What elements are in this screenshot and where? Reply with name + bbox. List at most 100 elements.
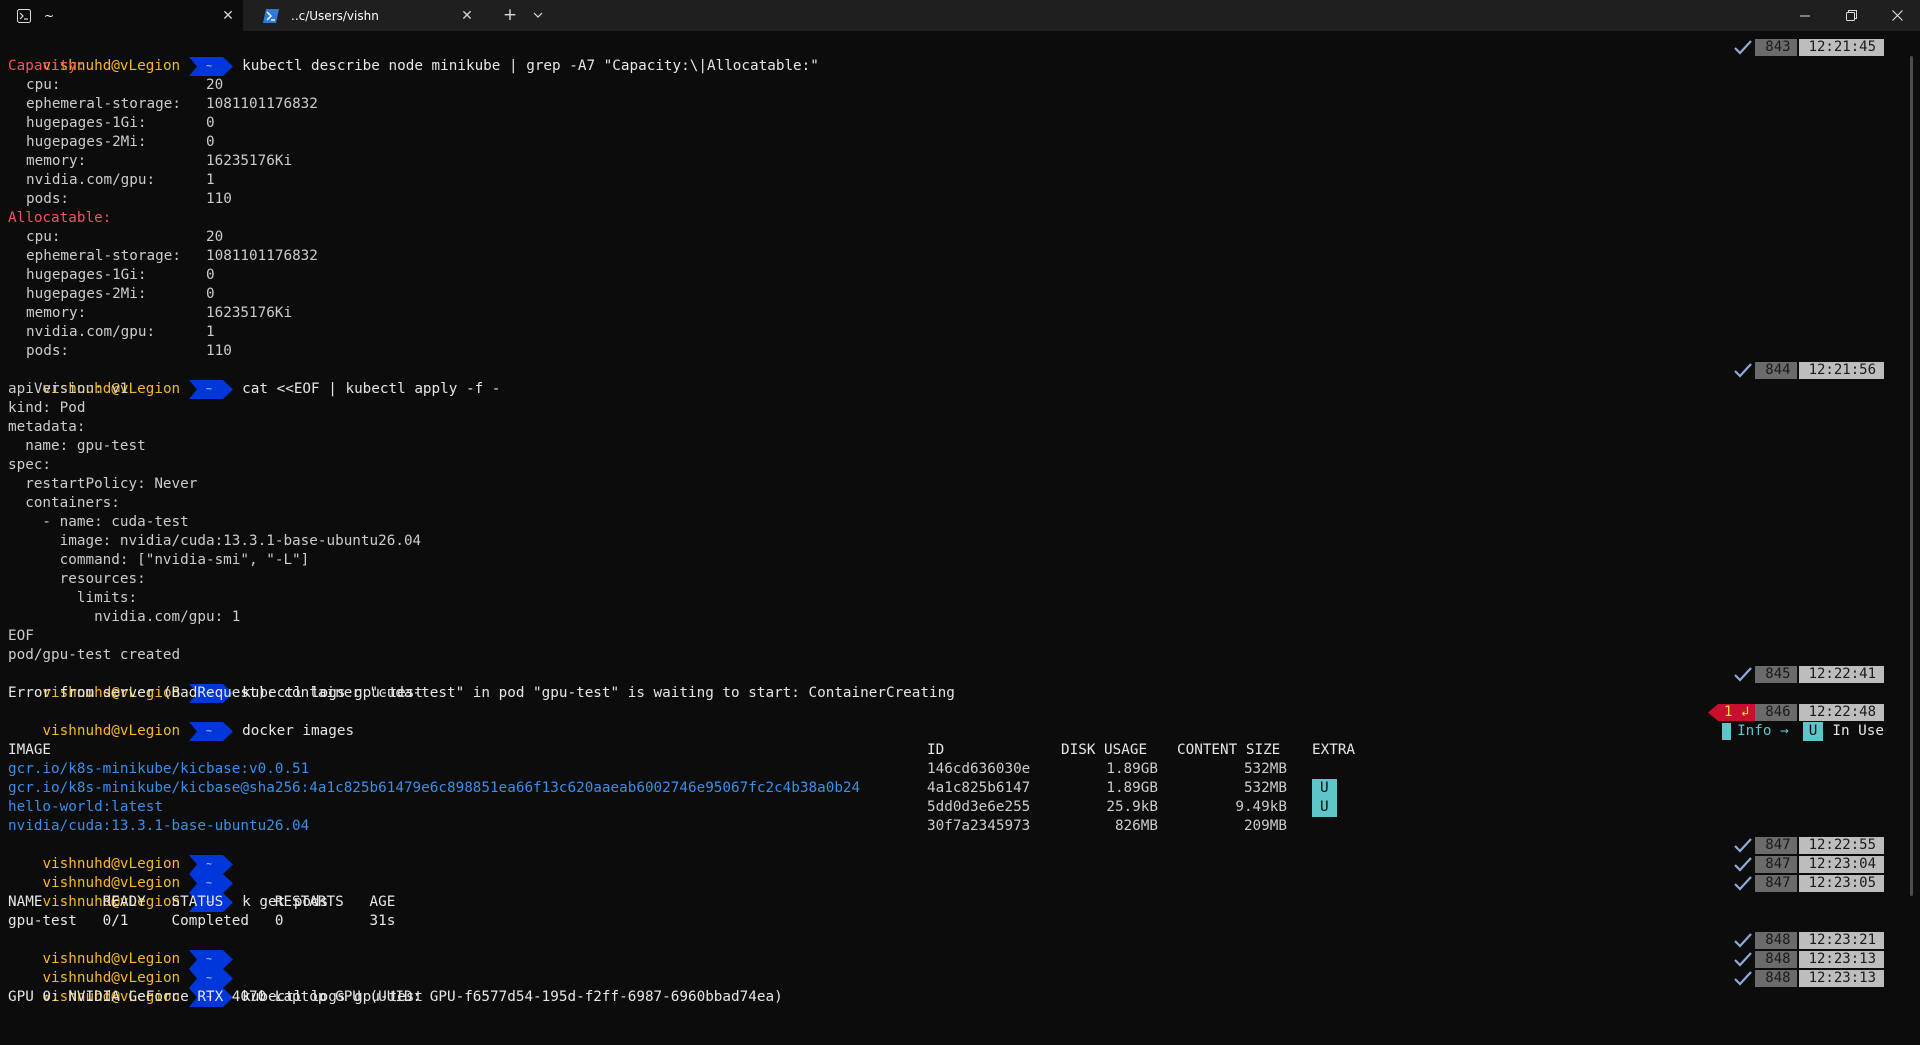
yaml-line: EOF [8, 628, 34, 644]
info-legend: Info → U In Use [1722, 722, 1884, 741]
terminal-output[interactable]: vishnuhd@vLegion ~ kubectl describe node m… [8, 38, 1908, 1007]
history-number: 848 [1755, 951, 1797, 968]
status-segment: 845 12:22:41 [1733, 665, 1884, 684]
image-name[interactable]: gcr.io/k8s-minikube/kicbase@sha256:4a1c8… [8, 779, 860, 798]
table-row: hello-world:latest 5dd0d3e6e255 25.9kB 9… [8, 798, 1908, 817]
check-icon [1734, 667, 1753, 682]
yaml-line: apiVersion: v1 [8, 381, 129, 397]
yaml-line: spec: [8, 457, 52, 473]
yaml-line: - name: cuda-test [8, 514, 189, 530]
kv-row: cpu: 20 [26, 229, 224, 245]
check-icon [1734, 933, 1753, 948]
yaml-line: resources: [8, 571, 146, 587]
tab-users-vishn[interactable]: ..c/Users/vishn ✕ [247, 0, 482, 31]
kv-row: ephemeral-storage: 1081101176832 [26, 248, 318, 264]
status-segment: 848 12:23:21 [1733, 931, 1884, 950]
timestamp: 12:23:13 [1798, 970, 1884, 987]
timestamp: 12:23:21 [1798, 932, 1884, 949]
status-segment: 844 12:21:56 [1733, 361, 1884, 380]
docker-legend-line: Info → U In Use [8, 722, 1908, 741]
segment-arrow-icon [1707, 704, 1718, 721]
timestamp: 12:23:04 [1798, 856, 1884, 873]
close-window-button[interactable] [1874, 0, 1920, 31]
prompt-line: vishnuhd@vLegion ~ 848 12:23:21 [8, 931, 1908, 969]
prompt-line: vishnuhd@vLegion ~ kubectl describe node m… [8, 38, 1908, 76]
status-segment: 847 12:23:04 [1733, 855, 1884, 874]
pods-header: NAME READY STATUS RESTARTS AGE [8, 894, 396, 910]
history-number: 847 [1755, 856, 1797, 873]
status-segment: 847 12:23:05 [1733, 874, 1884, 893]
command-output: pod/gpu-test created [8, 647, 181, 663]
image-name[interactable]: gcr.io/k8s-minikube/kicbase:v0.0.51 [8, 760, 309, 779]
history-number: 848 [1755, 932, 1797, 949]
kv-row: hugepages-2Mi: 0 [26, 134, 215, 150]
timestamp: 12:23:13 [1798, 951, 1884, 968]
kv-row: memory: 16235176Ki [26, 305, 293, 321]
prompt-line: vishnuhd@vLegion ~ kubectl logs gpu-test 8… [8, 969, 1908, 1007]
table-row: nvidia/cuda:13.3.1-base-ubuntu26.04 30f7… [8, 817, 1287, 836]
check-icon [1734, 363, 1753, 378]
minimize-button[interactable] [1782, 0, 1828, 31]
kv-row: ephemeral-storage: 1081101176832 [26, 96, 318, 112]
status-segment: 1 ↲ 846 12:22:48 [1707, 703, 1884, 722]
prompt-line: vishnuhd@vLegion ~ 847 12:22:55 [8, 836, 1908, 874]
tab-label: ..c/Users/vishn [291, 8, 379, 23]
tab-home[interactable]: ~ ✕ [0, 0, 243, 31]
in-use-text: In Use [1832, 723, 1884, 739]
kv-row: pods: 110 [26, 343, 232, 359]
status-segment: 843 12:21:45 [1733, 38, 1884, 57]
check-icon [1734, 876, 1753, 891]
timestamp: 12:21:56 [1798, 362, 1884, 379]
prompt-line: vishnuhd@vLegion ~ 847 12:23:04 [8, 855, 1908, 893]
table-row: gcr.io/k8s-minikube/kicbase@sha256:4a1c8… [8, 779, 1908, 798]
kv-row: pods: 110 [26, 191, 232, 207]
check-icon [1734, 952, 1753, 967]
terminal-icon [16, 8, 32, 24]
yaml-line: restartPolicy: Never [8, 476, 198, 492]
yaml-line: image: nvidia/cuda:13.3.1-base-ubuntu26.… [8, 533, 422, 549]
yaml-line: metadata: [8, 419, 86, 435]
error-output: Error from server (BadRequest): containe… [8, 685, 955, 701]
timestamp: 12:23:05 [1798, 875, 1884, 892]
prompt-line: vishnuhd@vLegion ~ docker images 1 ↲ 846 12:… [8, 703, 1908, 741]
prompt-line: vishnuhd@vLegion ~ kubectl logs gpu-test 8… [8, 665, 1908, 703]
kv-row: hugepages-2Mi: 0 [26, 286, 215, 302]
check-icon [1734, 40, 1753, 55]
in-use-badge: U [1312, 798, 1337, 817]
history-number: 848 [1755, 970, 1797, 987]
status-segment: 847 12:22:55 [1733, 836, 1884, 855]
image-name[interactable]: nvidia/cuda:13.3.1-base-ubuntu26.04 [8, 817, 309, 836]
image-name[interactable]: hello-world:latest [8, 798, 163, 817]
history-number: 843 [1755, 39, 1797, 56]
restore-button[interactable] [1828, 0, 1874, 31]
gpu-output: GPU 0: NVIDIA GeForce RTX 4070 Laptop GP… [8, 989, 783, 1005]
powershell-icon [263, 8, 279, 24]
prompt-line: vishnuhd@vLegion ~ cat <<EOF | kubectl app… [8, 361, 1908, 399]
yaml-line: name: gpu-test [8, 438, 146, 454]
tab-bar: ~ ✕ ..c/Users/vishn ✕ + [0, 0, 1920, 31]
history-number: 846 [1755, 704, 1797, 721]
new-tab-button[interactable]: + [498, 4, 522, 26]
close-icon[interactable]: ✕ [452, 8, 482, 24]
pods-row: gpu-test 0/1 Completed 0 31s [8, 913, 396, 929]
kv-row: nvidia.com/gpu: 1 [26, 172, 215, 188]
status-segment: 848 12:23:13 [1733, 969, 1884, 988]
timestamp: 12:22:55 [1798, 837, 1884, 854]
scrollbar[interactable] [1910, 56, 1913, 896]
yaml-line: limits: [8, 590, 138, 606]
close-icon[interactable]: ✕ [213, 8, 243, 24]
yaml-line: nvidia.com/gpu: 1 [8, 609, 241, 625]
allocatable-header: Allocatable: [8, 210, 112, 226]
in-use-badge: U [1312, 779, 1337, 798]
capacity-header: Capacity: [8, 58, 86, 74]
prompt-line: vishnuhd@vLegion ~ 848 12:23:13 [8, 950, 1908, 988]
error-count: 1 ↲ [1717, 704, 1756, 721]
kv-row: hugepages-1Gi: 0 [26, 115, 215, 131]
check-icon [1734, 971, 1753, 986]
chevron-down-icon[interactable] [528, 4, 548, 26]
kv-row: nvidia.com/gpu: 1 [26, 324, 215, 340]
timestamp: 12:22:48 [1798, 704, 1884, 721]
yaml-line: kind: Pod [8, 400, 86, 416]
kv-row: memory: 16235176Ki [26, 153, 293, 169]
in-use-badge: U [1802, 722, 1824, 741]
